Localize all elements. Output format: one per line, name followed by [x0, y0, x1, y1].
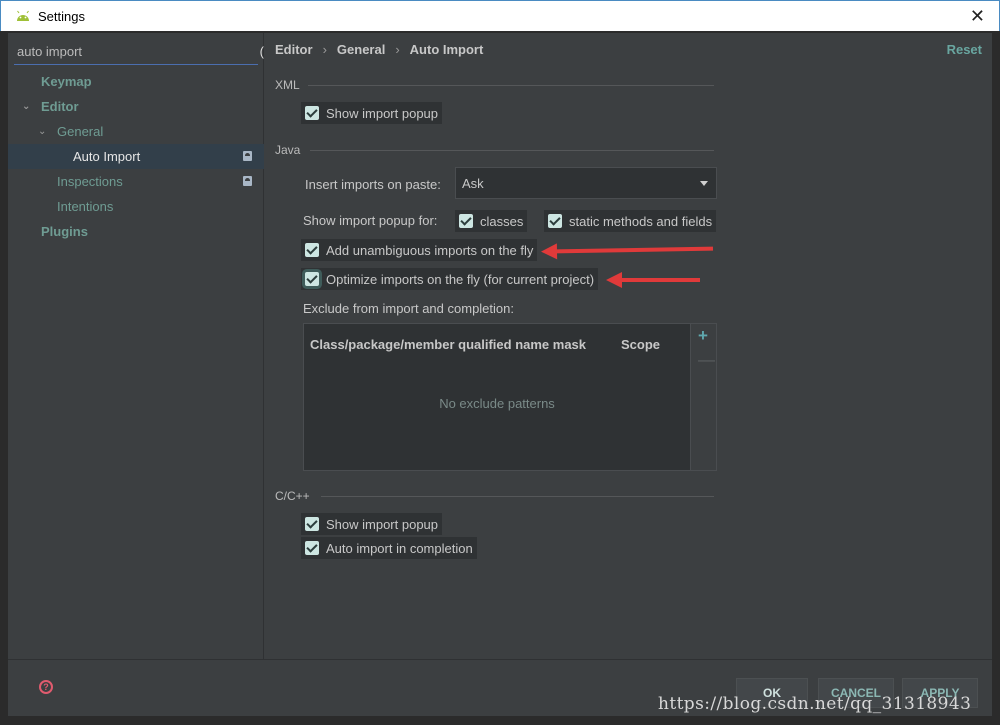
sidebar-item-label: Editor [41, 99, 79, 114]
sidebar-item-label: Plugins [41, 224, 88, 239]
settings-tree: Keymap ⌄ Editor ⌄ General Auto Import In… [8, 69, 264, 244]
checkbox-label: Show import popup [326, 105, 439, 121]
checkbox-checked-icon [305, 272, 319, 286]
close-icon[interactable]: ✕ [970, 5, 985, 27]
watermark-text: https://blog.csdn.net/qq_31318943 [658, 694, 972, 714]
java-group-title: Java [275, 143, 301, 157]
chevron-right-icon: › [395, 42, 400, 57]
add-unambiguous-imports-checkbox[interactable]: Add unambiguous imports on the fly [301, 239, 538, 261]
checkbox-checked-icon [305, 541, 319, 555]
sidebar-item-label: Keymap [41, 74, 92, 89]
breadcrumb: Editor › General › Auto Import [275, 42, 483, 57]
reset-link[interactable]: Reset [947, 42, 982, 57]
static-members-checkbox[interactable]: static methods and fields [544, 210, 717, 232]
remove-icon: — [698, 350, 715, 369]
breadcrumb-item[interactable]: General [337, 42, 385, 57]
cpp-group-title: C/C++ [275, 489, 310, 503]
android-icon [17, 10, 29, 21]
checkbox-label: Show import popup [326, 516, 439, 532]
sidebar-item-label: Intentions [57, 199, 114, 214]
cpp-show-import-popup-checkbox[interactable]: Show import popup [301, 513, 443, 535]
annotation-arrow [606, 272, 700, 288]
select-value: Ask [462, 175, 484, 191]
checkbox-label: classes [480, 213, 524, 229]
sidebar-item-label: Inspections [57, 174, 123, 189]
settings-content: Editor › General › Auto Import Reset XML… [265, 33, 992, 659]
sidebar-item-label: General [57, 124, 104, 139]
empty-table-text: No exclude patterns [439, 396, 555, 411]
table-header: Class/package/member qualified name mask… [304, 324, 690, 364]
insert-on-paste-select[interactable]: Ask [455, 167, 717, 199]
checkbox-label: Optimize imports on the fly (for current… [326, 271, 595, 287]
add-icon[interactable]: + [698, 326, 708, 346]
chevron-down-icon[interactable]: ⌄ [38, 126, 48, 137]
search-input[interactable] [14, 44, 244, 59]
sidebar-item-plugins[interactable]: Plugins [8, 219, 264, 244]
checkbox-label: Add unambiguous imports on the fly [326, 242, 534, 258]
checkbox-label: static methods and fields [569, 213, 713, 229]
optimize-imports-checkbox[interactable]: Optimize imports on the fly (for current… [301, 268, 599, 290]
project-scope-icon [243, 176, 252, 186]
exclude-label: Exclude from import and completion: [303, 301, 514, 316]
sidebar-item-editor[interactable]: ⌄ Editor [8, 94, 264, 119]
search-clear-icon[interactable]: ( [260, 44, 264, 59]
checkbox-checked-icon [305, 106, 319, 120]
divider [310, 150, 714, 151]
dropdown-arrow-icon [700, 181, 708, 186]
annotation-arrow [554, 246, 714, 254]
chevron-right-icon: › [322, 42, 327, 57]
checkbox-checked-icon [305, 517, 319, 531]
settings-dialog: ( Keymap ⌄ Editor ⌄ General Auto Import … [8, 33, 992, 716]
exclude-table: Class/package/member qualified name mask… [303, 323, 717, 471]
sidebar-item-intentions[interactable]: Intentions [8, 194, 264, 219]
divider [308, 85, 714, 86]
sidebar-item-general[interactable]: ⌄ General [8, 119, 264, 144]
settings-sidebar: ( Keymap ⌄ Editor ⌄ General Auto Import … [8, 33, 264, 659]
breadcrumb-item[interactable]: Editor [275, 42, 313, 57]
show-popup-for-label: Show import popup for: [303, 213, 438, 228]
window-title: Settings [38, 8, 85, 24]
sidebar-item-auto-import[interactable]: Auto Import [8, 144, 264, 169]
chevron-down-icon[interactable]: ⌄ [22, 101, 32, 112]
sidebar-item-inspections[interactable]: Inspections [8, 169, 264, 194]
sidebar-item-label: Auto Import [73, 149, 141, 164]
column-header-scope[interactable]: Scope [621, 337, 660, 352]
window-titlebar: Settings ✕ [0, 0, 1000, 31]
checkbox-checked-icon [459, 214, 473, 228]
project-scope-icon [243, 151, 252, 161]
cpp-auto-import-completion-checkbox[interactable]: Auto import in completion [301, 537, 477, 559]
table-toolbar: + — [690, 324, 716, 470]
column-header-mask[interactable]: Class/package/member qualified name mask [310, 337, 621, 352]
help-icon[interactable]: ? [39, 680, 53, 694]
insert-on-paste-label: Insert imports on paste: [305, 177, 441, 192]
checkbox-checked-icon [305, 243, 319, 257]
divider [321, 496, 714, 497]
settings-search[interactable]: ( [14, 39, 264, 65]
xml-show-import-popup-checkbox[interactable]: Show import popup [301, 102, 443, 124]
checkbox-checked-icon [548, 214, 562, 228]
sidebar-item-keymap[interactable]: Keymap [8, 69, 264, 94]
xml-group-title: XML [275, 78, 300, 92]
breadcrumb-item: Auto Import [409, 42, 484, 57]
classes-checkbox[interactable]: classes [455, 210, 528, 232]
checkbox-label: Auto import in completion [326, 540, 473, 556]
